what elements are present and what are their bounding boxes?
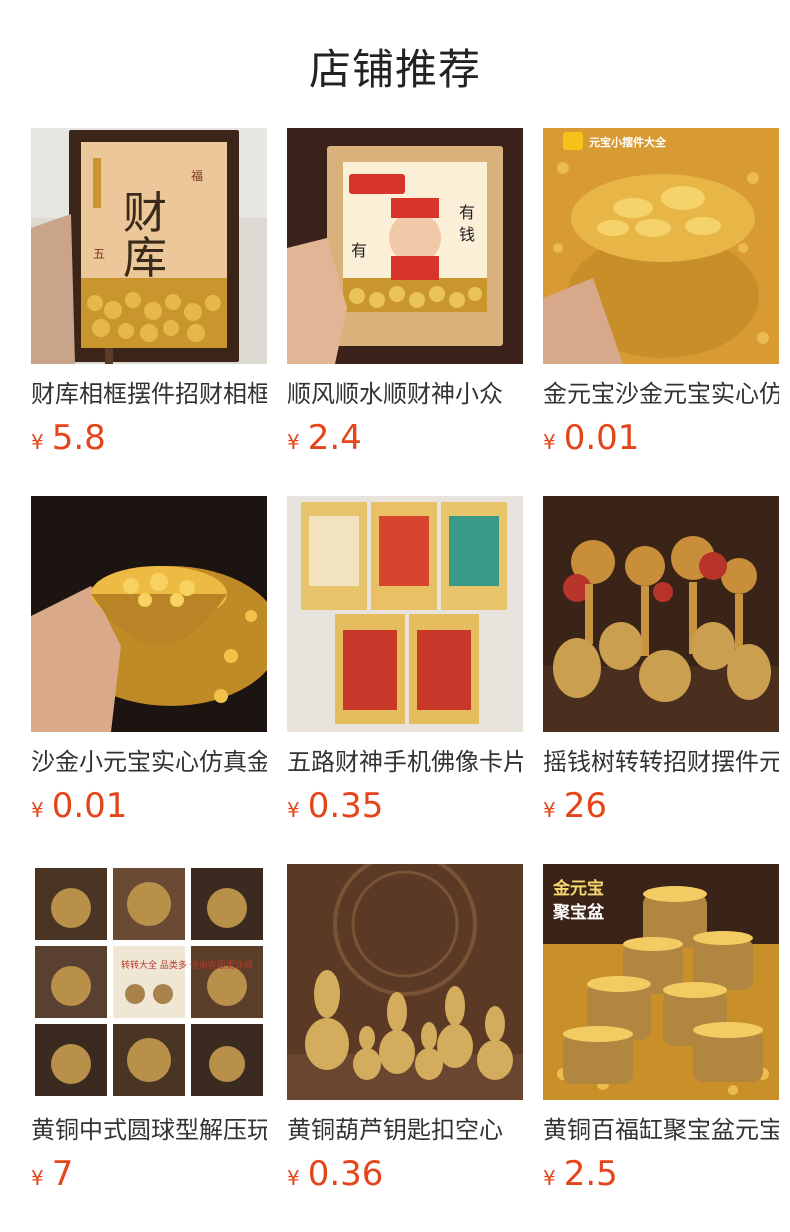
product-name[interactable]: 摇钱树转转招财摆件元宝: [543, 746, 779, 778]
overlay-text: 转转大全 品类多 咨询客服更详细: [121, 959, 253, 971]
svg-text:有: 有: [351, 241, 367, 260]
product-price: ¥2.4: [287, 416, 523, 460]
product-price: ¥7: [31, 1152, 267, 1196]
product-name[interactable]: 金元宝沙金元宝实心仿真: [543, 378, 779, 410]
product-image-caiku-frame[interactable]: 财 库 福 五: [31, 128, 267, 364]
product-price: ¥0.36: [287, 1152, 523, 1196]
product-card[interactable]: 摇钱树转转招财摆件元宝 ¥26: [543, 496, 779, 828]
product-price: ¥0.01: [31, 784, 267, 828]
price-value: 5.8: [51, 418, 106, 458]
product-name[interactable]: 黄铜中式圆球型解压玩具: [31, 1114, 267, 1146]
product-image-gold-sand-bowl[interactable]: [31, 496, 267, 732]
currency-symbol: ¥: [287, 430, 300, 454]
product-name[interactable]: 黄铜葫芦钥匙扣空心: [287, 1114, 523, 1146]
overlay-text: 元宝小摆件大全: [589, 135, 667, 149]
price-value: 0.01: [563, 418, 640, 458]
currency-symbol: ¥: [543, 798, 556, 822]
currency-symbol: ¥: [287, 798, 300, 822]
product-name[interactable]: 五路财神手机佛像卡片: [287, 746, 523, 778]
product-image-brass-gourd[interactable]: [287, 864, 523, 1100]
product-name[interactable]: 黄铜百福缸聚宝盆元宝: [543, 1114, 779, 1146]
product-price: ¥2.5: [543, 1152, 779, 1196]
product-card[interactable]: 金元宝 聚宝盆 黄铜百福缸聚宝盆元宝 ¥2.5: [543, 864, 779, 1196]
price-value: 0.35: [307, 786, 384, 826]
product-image-treasure-bowl[interactable]: 金元宝 聚宝盆: [543, 864, 779, 1100]
product-card[interactable]: 有 有 钱 顺风顺水顺财神小众 ¥2.4: [287, 128, 523, 460]
product-price: ¥26: [543, 784, 779, 828]
svg-text:福: 福: [191, 168, 203, 183]
product-price: ¥0.35: [287, 784, 523, 828]
currency-symbol: ¥: [543, 430, 556, 454]
product-card[interactable]: 转转大全 品类多 咨询客服更详细 黄铜中式圆球型解压玩具 ¥7: [31, 864, 267, 1196]
product-image-buddha-cards[interactable]: [287, 496, 523, 732]
svg-text:五: 五: [93, 247, 105, 261]
currency-symbol: ¥: [287, 1166, 300, 1190]
overlay-line-2: 聚宝盆: [552, 902, 605, 923]
currency-symbol: ¥: [31, 1166, 44, 1190]
currency-symbol: ¥: [543, 1166, 556, 1190]
product-price: ¥5.8: [31, 416, 267, 460]
product-name[interactable]: 顺风顺水顺财神小众: [287, 378, 523, 410]
product-name[interactable]: 财库相框摆件招财相框: [31, 378, 267, 410]
product-card[interactable]: 财 库 福 五 财库相框摆件招财相框 ¥5.8: [31, 128, 267, 460]
currency-symbol: ¥: [31, 430, 44, 454]
price-value: 26: [563, 786, 607, 826]
product-card[interactable]: 黄铜葫芦钥匙扣空心 ¥0.36: [287, 864, 523, 1196]
overlay-line-1: 金元宝: [552, 878, 604, 899]
price-value: 0.36: [307, 1154, 384, 1194]
svg-text:有: 有: [459, 203, 475, 222]
price-value: 2.5: [563, 1154, 618, 1194]
product-card[interactable]: 沙金小元宝实心仿真金 ¥0.01: [31, 496, 267, 828]
svg-text:库: 库: [123, 233, 167, 284]
price-value: 7: [51, 1154, 74, 1194]
price-value: 0.01: [51, 786, 128, 826]
product-card[interactable]: 元宝小摆件大全 金元宝沙金元宝实心仿真 ¥0.01: [543, 128, 779, 460]
page-title: 店铺推荐: [308, 45, 481, 94]
product-image-gold-ingot-bowl[interactable]: 元宝小摆件大全: [543, 128, 779, 364]
svg-text:钱: 钱: [459, 225, 475, 244]
product-image-brass-fidget[interactable]: 转转大全 品类多 咨询客服更详细: [31, 864, 267, 1100]
product-image-caishen-frame[interactable]: 有 有 钱: [287, 128, 523, 364]
product-image-money-tree[interactable]: [543, 496, 779, 732]
currency-symbol: ¥: [31, 798, 44, 822]
svg-text:财: 财: [123, 188, 167, 239]
product-card[interactable]: 五路财神手机佛像卡片 ¥0.35: [287, 496, 523, 828]
price-value: 2.4: [307, 418, 362, 458]
product-name[interactable]: 沙金小元宝实心仿真金: [31, 746, 267, 778]
product-price: ¥0.01: [543, 416, 779, 460]
